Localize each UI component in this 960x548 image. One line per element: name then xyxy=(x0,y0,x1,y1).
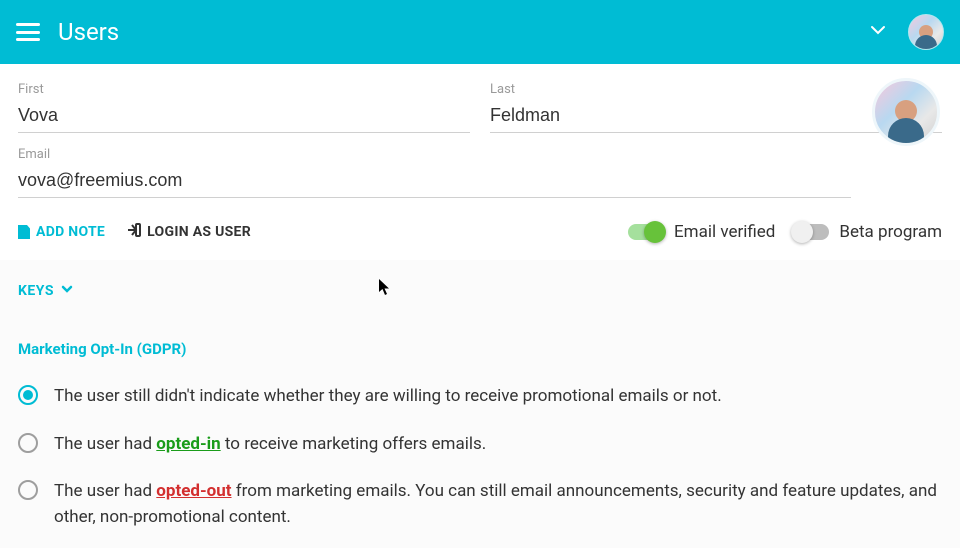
gdpr-option-opted-out[interactable]: The user had opted-out from marketing em… xyxy=(18,479,942,530)
toggles: Email verified Beta program xyxy=(628,222,942,242)
keys-label: KEYS xyxy=(18,283,54,299)
login-as-user-label: LOGIN AS USER xyxy=(147,224,251,240)
gdpr-option-not-indicated[interactable]: The user still didn't indicate whether t… xyxy=(18,384,942,410)
gdpr-option-text: The user had opted-out from marketing em… xyxy=(54,479,942,530)
login-as-user-button[interactable]: LOGIN AS USER xyxy=(127,223,251,241)
email-field: Email xyxy=(18,147,851,198)
email-input[interactable] xyxy=(18,166,851,198)
add-note-button[interactable]: ADD NOTE xyxy=(18,224,105,240)
first-name-label: First xyxy=(18,82,470,97)
first-name-field: First xyxy=(18,82,470,133)
radio-icon xyxy=(18,385,38,405)
user-form: First Last Email ADD NOTE LOGIN AS USER … xyxy=(0,64,960,260)
user-avatar[interactable] xyxy=(872,78,940,146)
email-verified-toggle[interactable] xyxy=(628,224,664,240)
chevron-down-icon[interactable] xyxy=(868,20,888,44)
gdpr-option-text: The user still didn't indicate whether t… xyxy=(54,384,722,410)
add-note-label: ADD NOTE xyxy=(36,224,105,240)
first-name-input[interactable] xyxy=(18,101,470,133)
gdpr-option-opted-in[interactable]: The user had opted-in to receive marketi… xyxy=(18,432,942,458)
gdpr-section-title: Marketing Opt-In (GDPR) xyxy=(18,340,942,358)
chevron-down-icon xyxy=(60,282,74,300)
actions-row: ADD NOTE LOGIN AS USER Email verified Be… xyxy=(18,222,942,260)
beta-program-toggle-group: Beta program xyxy=(793,222,942,242)
opted-in-link[interactable]: opted-in xyxy=(156,434,220,454)
email-verified-label: Email verified xyxy=(674,222,775,242)
header-avatar[interactable] xyxy=(908,14,944,50)
opted-out-link[interactable]: opted-out xyxy=(156,481,231,501)
radio-icon xyxy=(18,433,38,453)
beta-program-toggle[interactable] xyxy=(793,224,829,240)
email-label: Email xyxy=(18,147,851,162)
keys-section-toggle[interactable]: KEYS xyxy=(18,282,74,300)
menu-icon[interactable] xyxy=(16,23,40,41)
gdpr-option-text: The user had opted-in to receive marketi… xyxy=(54,432,486,458)
details-section: KEYS Marketing Opt-In (GDPR) The user st… xyxy=(0,260,960,548)
app-header: Users xyxy=(0,0,960,64)
login-icon xyxy=(127,223,141,241)
cursor-icon xyxy=(378,278,392,296)
last-name-label: Last xyxy=(490,82,942,97)
email-verified-toggle-group: Email verified xyxy=(628,222,775,242)
note-icon xyxy=(18,225,30,239)
page-title: Users xyxy=(58,18,868,46)
radio-icon xyxy=(18,480,38,500)
gdpr-radio-group: The user still didn't indicate whether t… xyxy=(18,384,942,530)
beta-program-label: Beta program xyxy=(839,222,942,242)
